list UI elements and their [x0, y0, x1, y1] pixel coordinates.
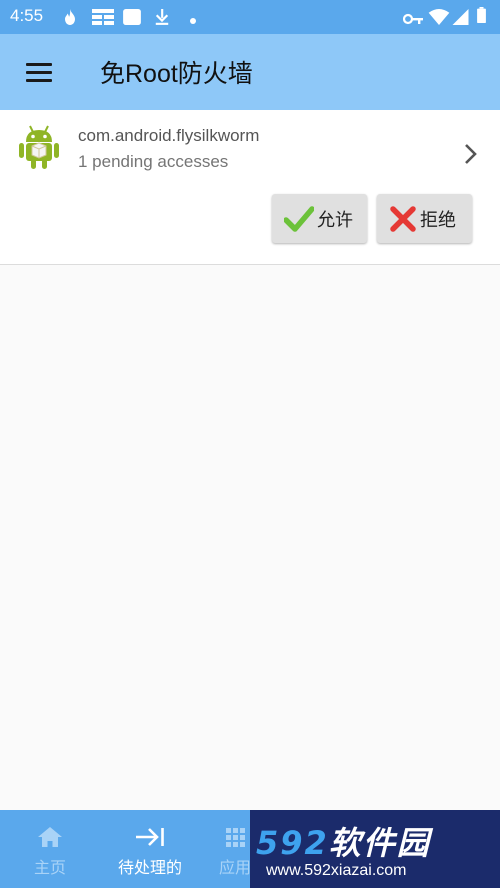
- square-icon: [123, 9, 141, 25]
- apps-grid-icon: [226, 828, 245, 847]
- grid-icon: [92, 9, 114, 25]
- flame-icon: [65, 9, 75, 25]
- status-time: 4:55: [10, 6, 44, 25]
- android-app-icon: [19, 125, 59, 169]
- nav-item-pending[interactable]: 待处理的: [108, 810, 192, 888]
- pending-request-card[interactable]: com.android.flysilkworm 1 pending access…: [0, 110, 500, 265]
- deny-button[interactable]: 拒绝: [377, 194, 472, 243]
- signal-icon: [452, 9, 469, 25]
- watermark-brand: 592软件园: [256, 818, 431, 864]
- watermark-number: 592: [256, 824, 329, 862]
- download-icon: [155, 9, 169, 25]
- pending-count: 1 pending accesses: [78, 152, 229, 171]
- wifi-icon: [428, 9, 450, 25]
- chevron-right-icon[interactable]: [462, 142, 480, 166]
- page-title: 免Root防火墙: [100, 60, 253, 88]
- home-icon: [38, 827, 62, 847]
- dot-icon: [190, 18, 196, 24]
- nav-label-pending: 待处理的: [117, 858, 182, 877]
- checkmark-icon: [284, 205, 314, 232]
- package-name: com.android.flysilkworm: [78, 126, 260, 145]
- close-icon: [390, 205, 416, 232]
- deny-button-label: 拒绝: [420, 209, 456, 231]
- watermark-url: www.592xiazai.com: [266, 862, 407, 879]
- nav-label-home: 主页: [33, 858, 66, 877]
- watermark-brand-text: 软件园: [328, 824, 431, 862]
- nav-item-home[interactable]: 主页: [20, 810, 80, 888]
- watermark-logo: 592软件园 www.592xiazai.com: [250, 810, 500, 888]
- status-bar: 4:55: [0, 0, 500, 34]
- app-bar: 免Root防火墙: [0, 34, 500, 110]
- arrow-to-bar-icon: [136, 828, 164, 846]
- battery-icon: [477, 7, 486, 23]
- allow-button[interactable]: 允许: [272, 194, 367, 243]
- nav-label-apps: 应用: [218, 858, 251, 877]
- key-icon: [403, 13, 423, 25]
- menu-icon[interactable]: [26, 61, 52, 83]
- allow-button-label: 允许: [317, 209, 353, 231]
